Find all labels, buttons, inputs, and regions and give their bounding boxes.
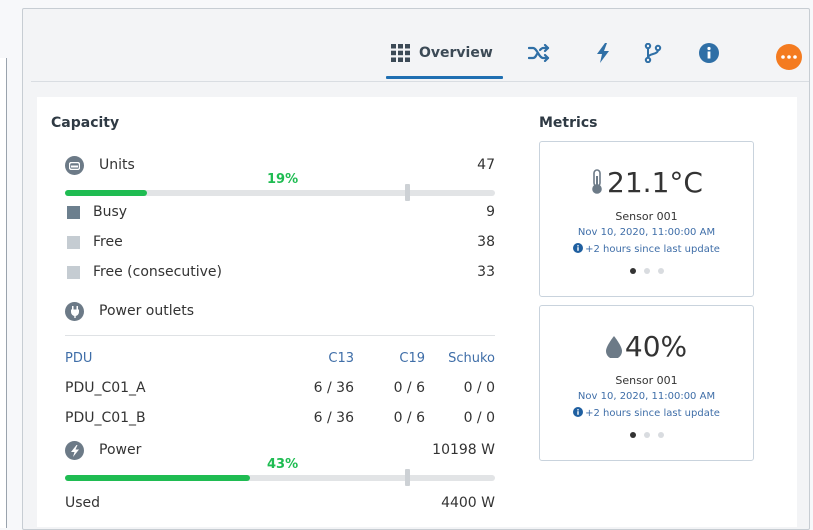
power-label: Power	[99, 442, 142, 458]
table-row: PDU_C01_A 6 / 36 0 / 6 0 / 0	[65, 380, 495, 400]
info-icon	[573, 243, 584, 253]
carousel-dot[interactable]	[629, 268, 636, 274]
humidity-date: Nov 10, 2020, 11:00:00 AM	[577, 391, 716, 402]
info-icon	[699, 43, 719, 63]
free-row: Free 38	[65, 234, 495, 254]
free-legend-swatch	[67, 236, 80, 249]
power-bar	[65, 469, 495, 486]
temperature-carousel-dots	[540, 268, 753, 274]
free-consecutive-row: Free (consecutive) 33	[65, 264, 495, 284]
metrics-title: Metrics	[539, 115, 598, 131]
humidity-card: 40% Sensor 001 Nov 10, 2020, 11:00:00 AM…	[539, 305, 754, 461]
temperature-value: 21.1°C	[607, 166, 703, 199]
grid-icon	[391, 44, 410, 62]
branch-icon	[644, 43, 662, 63]
pdu-c13: 6 / 36	[313, 410, 354, 426]
carousel-dot[interactable]	[657, 432, 664, 438]
tab-network[interactable]	[641, 33, 665, 73]
units-total: 47	[477, 157, 495, 173]
temperature-card: 21.1°C Sensor 001 Nov 10, 2020, 11:00:00…	[539, 141, 754, 297]
free-consecutive-label: Free (consecutive)	[93, 264, 222, 280]
tab-overview-label: Overview	[419, 45, 493, 61]
tab-info[interactable]	[697, 33, 721, 73]
humidity-since: +2 hours since last update	[585, 408, 720, 419]
used-label: Used	[65, 495, 101, 511]
units-icon	[65, 156, 84, 175]
humidity-sensor: Sensor 001	[615, 374, 678, 387]
table-row: PDU_C01_B 6 / 36 0 / 6 0 / 0	[65, 410, 495, 430]
bolt-icon	[597, 43, 609, 63]
active-tab-indicator	[386, 76, 503, 79]
thermometer-icon	[592, 169, 602, 194]
more-icon	[781, 55, 797, 59]
water-drop-icon	[605, 336, 622, 359]
pdu-table-header: PDU C13 C19 Schuko	[65, 351, 495, 369]
c19-col-header: C19	[399, 351, 425, 366]
used-row: Used 4400 W	[65, 495, 495, 515]
more-options-button[interactable]	[776, 44, 802, 70]
free-consecutive-legend-swatch	[67, 266, 80, 279]
units-label: Units	[99, 157, 135, 173]
carousel-dot[interactable]	[657, 268, 664, 274]
units-bar-fill	[65, 190, 147, 196]
pdu-schuko: 0 / 0	[463, 380, 495, 396]
busy-row: Busy 9	[65, 204, 495, 224]
content-area: Capacity Units 47 19% Busy 9 Free 38 Fre…	[37, 97, 797, 527]
free-label: Free	[93, 234, 123, 250]
left-frame	[0, 58, 7, 528]
humidity-since-wrap: +2 hours since last update	[540, 407, 753, 419]
free-value: 38	[477, 234, 495, 250]
temperature-date: Nov 10, 2020, 11:00:00 AM	[577, 227, 716, 238]
pdu-col-header: PDU	[65, 351, 93, 366]
shuffle-icon	[528, 44, 550, 62]
tab-overview[interactable]: Overview	[386, 33, 503, 79]
pdu-schuko: 0 / 0	[463, 410, 495, 426]
power-outlets-header: Power outlets	[65, 302, 495, 336]
power-percent: 43%	[267, 457, 299, 472]
carousel-dot[interactable]	[629, 432, 636, 438]
busy-label: Busy	[93, 204, 128, 220]
c13-col-header: C13	[328, 351, 354, 366]
pdu-c19: 0 / 6	[393, 380, 425, 396]
power-bar-handle[interactable]	[405, 469, 410, 486]
main-panel: Overview Capacity Units 47 19% Busy 9 Fr…	[22, 8, 810, 530]
temperature-value-wrap: 21.1°C	[540, 166, 753, 199]
tab-shuffle[interactable]	[527, 33, 551, 73]
humidity-value: 40%	[624, 330, 688, 363]
humidity-value-wrap: 40%	[540, 330, 753, 363]
power-bar-fill	[65, 475, 250, 481]
info-icon	[573, 407, 584, 417]
top-tab-bar: Overview	[31, 9, 809, 82]
busy-legend-swatch	[67, 206, 80, 219]
pdu-c13: 6 / 36	[313, 380, 354, 396]
carousel-dot[interactable]	[643, 432, 650, 438]
units-percent: 19%	[267, 172, 299, 187]
units-bar	[65, 184, 495, 201]
pdu-name: PDU_C01_B	[65, 410, 146, 426]
free-consecutive-value: 33	[477, 264, 495, 280]
units-bar-handle[interactable]	[405, 184, 410, 201]
power-outlets-label: Power outlets	[99, 303, 194, 319]
pdu-c19: 0 / 6	[393, 410, 425, 426]
temperature-since: +2 hours since last update	[585, 244, 720, 255]
capacity-title: Capacity	[51, 115, 120, 131]
schuko-col-header: Schuko	[448, 351, 495, 366]
used-value: 4400 W	[441, 495, 495, 511]
carousel-dot[interactable]	[643, 268, 650, 274]
tab-power[interactable]	[591, 33, 615, 73]
humidity-carousel-dots	[540, 432, 753, 438]
pdu-name: PDU_C01_A	[65, 380, 146, 396]
temperature-since-wrap: +2 hours since last update	[540, 243, 753, 255]
temperature-sensor: Sensor 001	[615, 210, 678, 223]
power-bolt-icon	[65, 441, 84, 460]
busy-value: 9	[486, 204, 495, 220]
plug-icon	[65, 302, 84, 321]
power-total: 10198 W	[432, 442, 495, 458]
